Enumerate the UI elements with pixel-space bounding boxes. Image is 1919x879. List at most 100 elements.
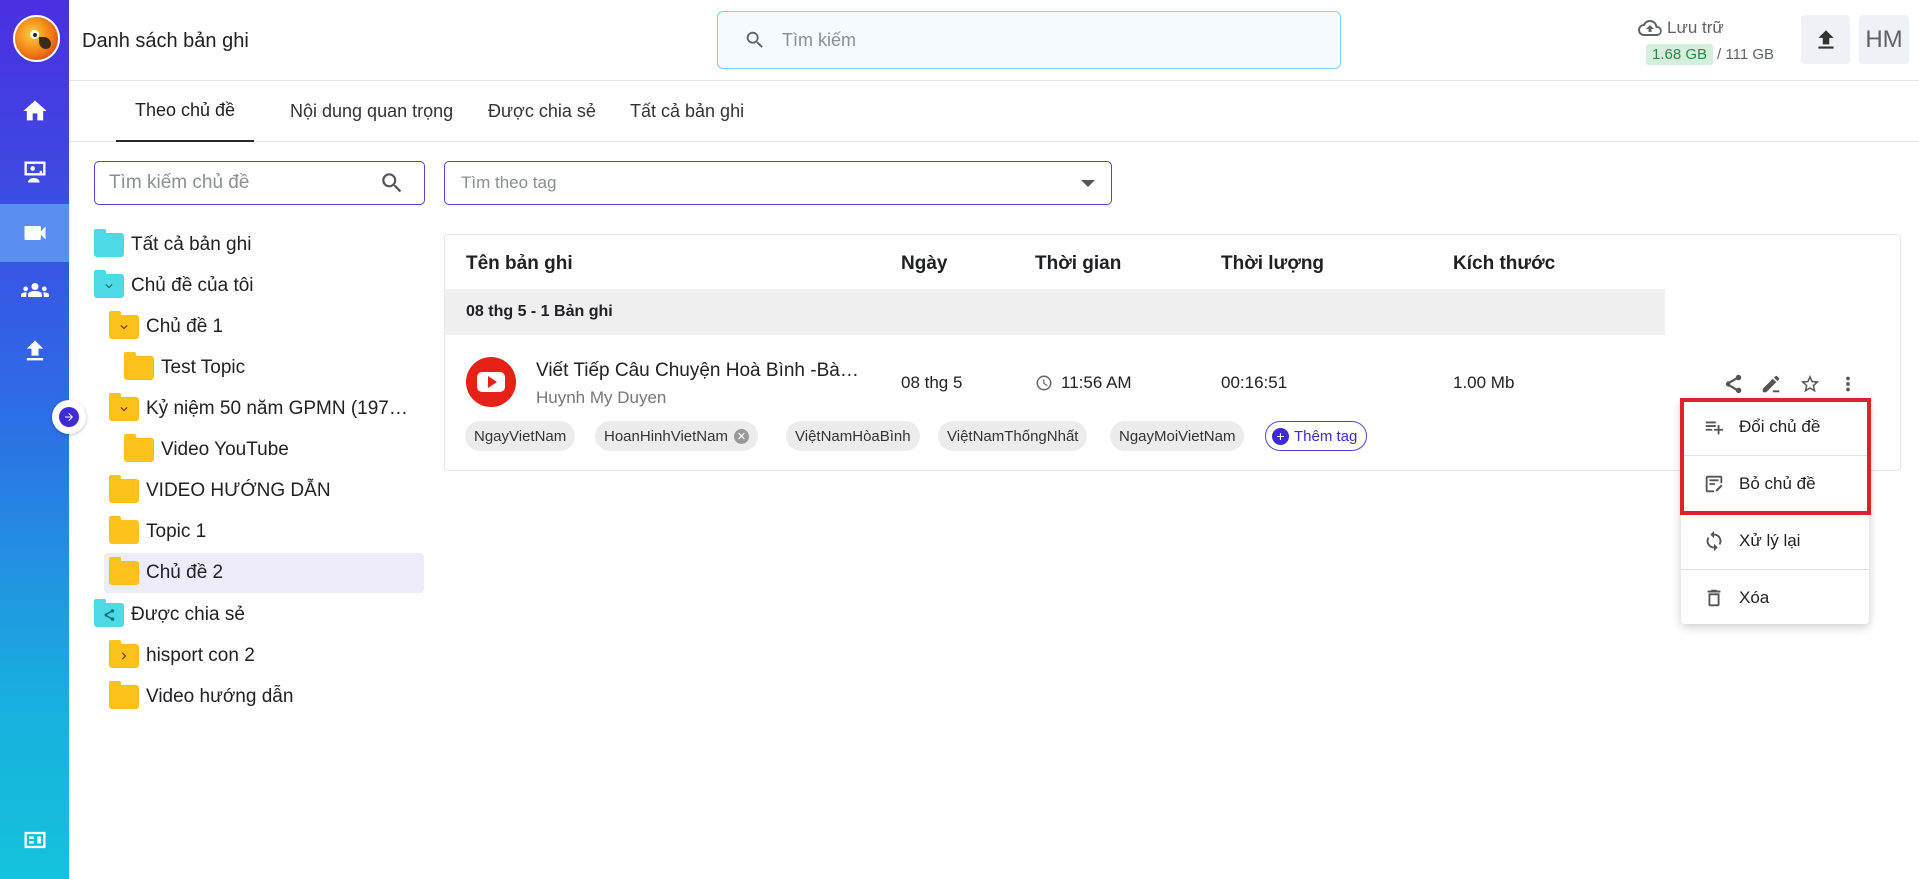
tag-chip[interactable]: HoanHinhVietNam ✕ (595, 421, 758, 451)
tab-shared[interactable]: Được chia sẻ (469, 81, 615, 142)
folder-icon[interactable] (109, 393, 139, 421)
recording-time: 11:56 AM (1035, 373, 1132, 393)
tree-item-topic-1-en[interactable]: Topic 1 (109, 512, 206, 552)
tree-item-label: Chủ đề của tôi (131, 275, 254, 296)
tab-bar: Theo chủ đề Nội dung quan trọng Được chi… (69, 81, 1919, 142)
tree-item-test-topic[interactable]: Test Topic (124, 348, 245, 388)
edit-note-icon (1705, 475, 1723, 493)
menu-item-label: Bỏ chủ đề (1739, 474, 1816, 493)
tree-item-label: Tất cả bản ghi (131, 234, 252, 255)
recording-title[interactable]: Viết Tiếp Câu Chuyện Hoà Bình -Bà… (536, 360, 876, 382)
star-outline-icon (1800, 374, 1820, 393)
menu-item-delete[interactable]: Xóa (1681, 570, 1869, 626)
edit-button[interactable] (1756, 369, 1786, 399)
recording-date: 08 thg 5 (901, 373, 963, 392)
folder-icon[interactable] (94, 270, 124, 298)
chevron-down-icon (120, 407, 128, 412)
tree-item-label: Chủ đề 1 (146, 316, 224, 337)
tree-item-video-guide[interactable]: VIDEO HƯỚNG DẪN (109, 471, 331, 511)
tag-chip[interactable]: ViệtNamThốngNhất (938, 421, 1088, 451)
header: Danh sách bản ghi Lưu trữ 1.68 GB / 111 … (69, 0, 1919, 81)
youtube-icon (466, 357, 516, 407)
more-options-button[interactable] (1833, 369, 1863, 399)
folder-icon (124, 434, 154, 462)
folder-icon (109, 557, 139, 585)
nav-billing[interactable] (0, 811, 69, 869)
storage-indicator: Lưu trữ 1.68 GB / 111 GB (1638, 16, 1774, 65)
tree-item-label: VIDEO HƯỚNG DẪN (146, 480, 331, 501)
star-button[interactable] (1795, 369, 1825, 399)
tab-by-topic[interactable]: Theo chủ đề (116, 81, 255, 142)
presentation-icon (24, 161, 45, 183)
folder-icon (94, 599, 124, 627)
search-icon[interactable] (379, 170, 405, 196)
tag-label: HoanHinhVietNam (604, 427, 728, 445)
tree-item-label: Test Topic (161, 357, 246, 378)
folder-icon[interactable] (109, 640, 139, 668)
recording-context-menu: Đổi chủ đề Bỏ chủ đề Xử lý lại Xóa (1681, 399, 1869, 624)
share-button[interactable] (1718, 369, 1748, 399)
more-vertical-icon (1846, 376, 1850, 392)
avatar[interactable]: HM (1859, 15, 1909, 64)
folder-icon (109, 475, 139, 503)
nav-home[interactable] (0, 82, 69, 140)
storage-label: Lưu trữ (1667, 18, 1724, 37)
tree-item-label: Topic 1 (146, 521, 207, 542)
menu-item-label: Xử lý lại (1739, 531, 1801, 550)
topic-search[interactable] (94, 161, 425, 205)
add-tag-button[interactable]: + Thêm tag (1265, 421, 1368, 451)
chevron-down-icon (105, 284, 113, 289)
nav-meetings[interactable] (0, 143, 69, 201)
tag-filter-placeholder: Tìm theo tag (461, 173, 557, 192)
tag-filter-select[interactable]: Tìm theo tag (444, 161, 1112, 205)
menu-item-remove-topic[interactable]: Bỏ chủ đề (1681, 456, 1869, 512)
folder-icon (109, 681, 139, 709)
folder-icon (124, 352, 154, 380)
tag-label: ViệtNamThốngNhất (947, 427, 1079, 445)
tab-all-recordings[interactable]: Tất cả bản ghi (611, 81, 763, 142)
tree-item-all-recordings[interactable]: Tất cả bản ghi (94, 225, 251, 265)
search-icon (746, 31, 763, 48)
search-input[interactable] (782, 29, 1302, 51)
recording-owner: Huynh My Duyen (536, 388, 667, 407)
sidebar-toggle-button[interactable] (52, 400, 86, 434)
billing-icon (24, 831, 45, 849)
share-icon (104, 609, 115, 621)
tab-important[interactable]: Nội dung quan trọng (271, 81, 472, 142)
column-header-size[interactable]: Kích thước (1453, 253, 1555, 275)
tree-item-anniversary[interactable]: Kỷ niệm 50 năm GPMN (197… (109, 389, 408, 429)
tree-item-video-huong-dan[interactable]: Video hướng dẫn (109, 677, 293, 717)
nav-groups[interactable] (0, 261, 69, 319)
parrot-logo-icon[interactable] (13, 15, 60, 62)
topic-search-input[interactable] (109, 172, 379, 194)
tag-chip[interactable]: NgayMoiVietNam (1110, 421, 1245, 451)
menu-item-change-topic[interactable]: Đổi chủ đề (1681, 399, 1869, 455)
column-header-time[interactable]: Thời gian (1035, 253, 1121, 275)
tree-item-topic-2[interactable]: Chủ đề 2 (104, 553, 424, 593)
share-icon (1725, 374, 1742, 394)
arrow-right-icon (65, 413, 73, 421)
tree-item-my-topics[interactable]: Chủ đề của tôi (94, 266, 254, 306)
add-tag-label: Thêm tag (1294, 427, 1358, 445)
column-header-name[interactable]: Tên bản ghi (466, 253, 573, 275)
folder-icon (94, 229, 124, 257)
column-header-duration[interactable]: Thời lượng (1221, 253, 1324, 275)
nav-recordings[interactable] (0, 204, 69, 262)
cloud-upload-icon (1638, 19, 1662, 36)
storage-total: / 111 GB (1717, 46, 1775, 63)
tree-item-hisport[interactable]: hisport con 2 (109, 636, 255, 676)
tag-label: ViệtNamHòaBình (795, 427, 911, 445)
tree-item-shared[interactable]: Được chia sẻ (94, 595, 245, 635)
upload-button[interactable] (1801, 15, 1850, 64)
tree-item-topic-1[interactable]: Chủ đề 1 (109, 307, 223, 347)
menu-item-reprocess[interactable]: Xử lý lại (1681, 513, 1869, 569)
nav-upload[interactable] (0, 322, 69, 380)
folder-icon[interactable] (109, 311, 139, 339)
remove-tag-icon[interactable]: ✕ (733, 428, 749, 444)
column-header-date[interactable]: Ngày (901, 253, 947, 275)
tree-item-label: hisport con 2 (146, 645, 255, 666)
global-search[interactable] (717, 11, 1341, 69)
tag-chip[interactable]: NgayVietNam (465, 421, 576, 451)
tag-chip[interactable]: ViệtNamHòaBình (786, 421, 920, 451)
tree-item-video-youtube[interactable]: Video YouTube (124, 430, 289, 470)
